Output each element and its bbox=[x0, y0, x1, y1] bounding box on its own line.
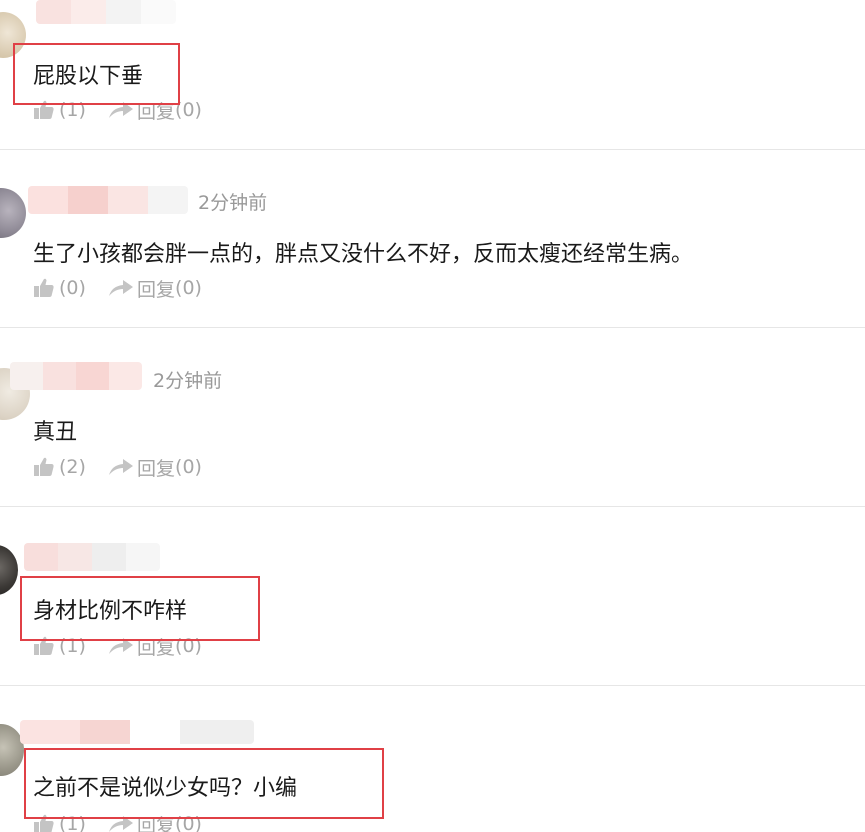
comment-list: 屁股以下垂 1 回复0 2分钟前 生了小孩都会胖一点的，胖点又没什么不好，反而太… bbox=[0, 0, 865, 832]
reply-label: 回复 bbox=[137, 278, 176, 301]
reply-count: 0 bbox=[175, 277, 202, 299]
comment-item: 屁股以下垂 1 回复0 bbox=[0, 0, 865, 150]
like-count: 0 bbox=[59, 277, 86, 299]
comment-text: 生了小孩都会胖一点的，胖点又没什么不好，反而太瘦还经常生病。 bbox=[33, 242, 694, 267]
username-blurred[interactable] bbox=[24, 543, 160, 571]
reply-label: 回复 bbox=[137, 457, 176, 480]
avatar[interactable] bbox=[0, 188, 26, 238]
thumbs-up-icon bbox=[34, 278, 54, 297]
comment-item: 2分钟前 生了小孩都会胖一点的，胖点又没什么不好，反而太瘦还经常生病。 0 回复… bbox=[0, 150, 865, 328]
reply-button[interactable]: 回复0 bbox=[107, 454, 202, 481]
like-button[interactable]: 0 bbox=[33, 277, 107, 299]
share-arrow-icon bbox=[109, 459, 133, 475]
share-arrow-icon bbox=[109, 280, 133, 296]
comment-item: 身材比例不咋样 1 回复0 bbox=[0, 507, 865, 685]
comment-actions: 0 回复0 bbox=[33, 275, 202, 301]
thumbs-up-icon bbox=[34, 457, 54, 476]
reply-count: 0 bbox=[175, 456, 202, 478]
like-count: 2 bbox=[59, 456, 86, 478]
username-blurred[interactable] bbox=[10, 362, 142, 390]
comment-time: 2分钟前 bbox=[198, 192, 268, 214]
like-button[interactable]: 2 bbox=[33, 456, 107, 478]
highlight-box bbox=[13, 43, 180, 105]
comment-item: 2分钟前 真丑 2 回复0 bbox=[0, 328, 865, 506]
username-blurred[interactable] bbox=[28, 186, 188, 214]
comment-actions: 2 回复0 bbox=[33, 454, 202, 480]
highlight-box bbox=[24, 748, 384, 819]
avatar[interactable] bbox=[0, 545, 18, 595]
comment-time: 2分钟前 bbox=[153, 370, 223, 392]
comment-item: 之前不是说似少女吗？小编 1 回复0 bbox=[0, 686, 865, 832]
highlight-box bbox=[20, 576, 260, 641]
username-blurred[interactable] bbox=[36, 0, 176, 24]
comment-text: 真丑 bbox=[33, 420, 78, 445]
username-blurred[interactable] bbox=[20, 720, 254, 744]
reply-button[interactable]: 回复0 bbox=[107, 275, 202, 302]
